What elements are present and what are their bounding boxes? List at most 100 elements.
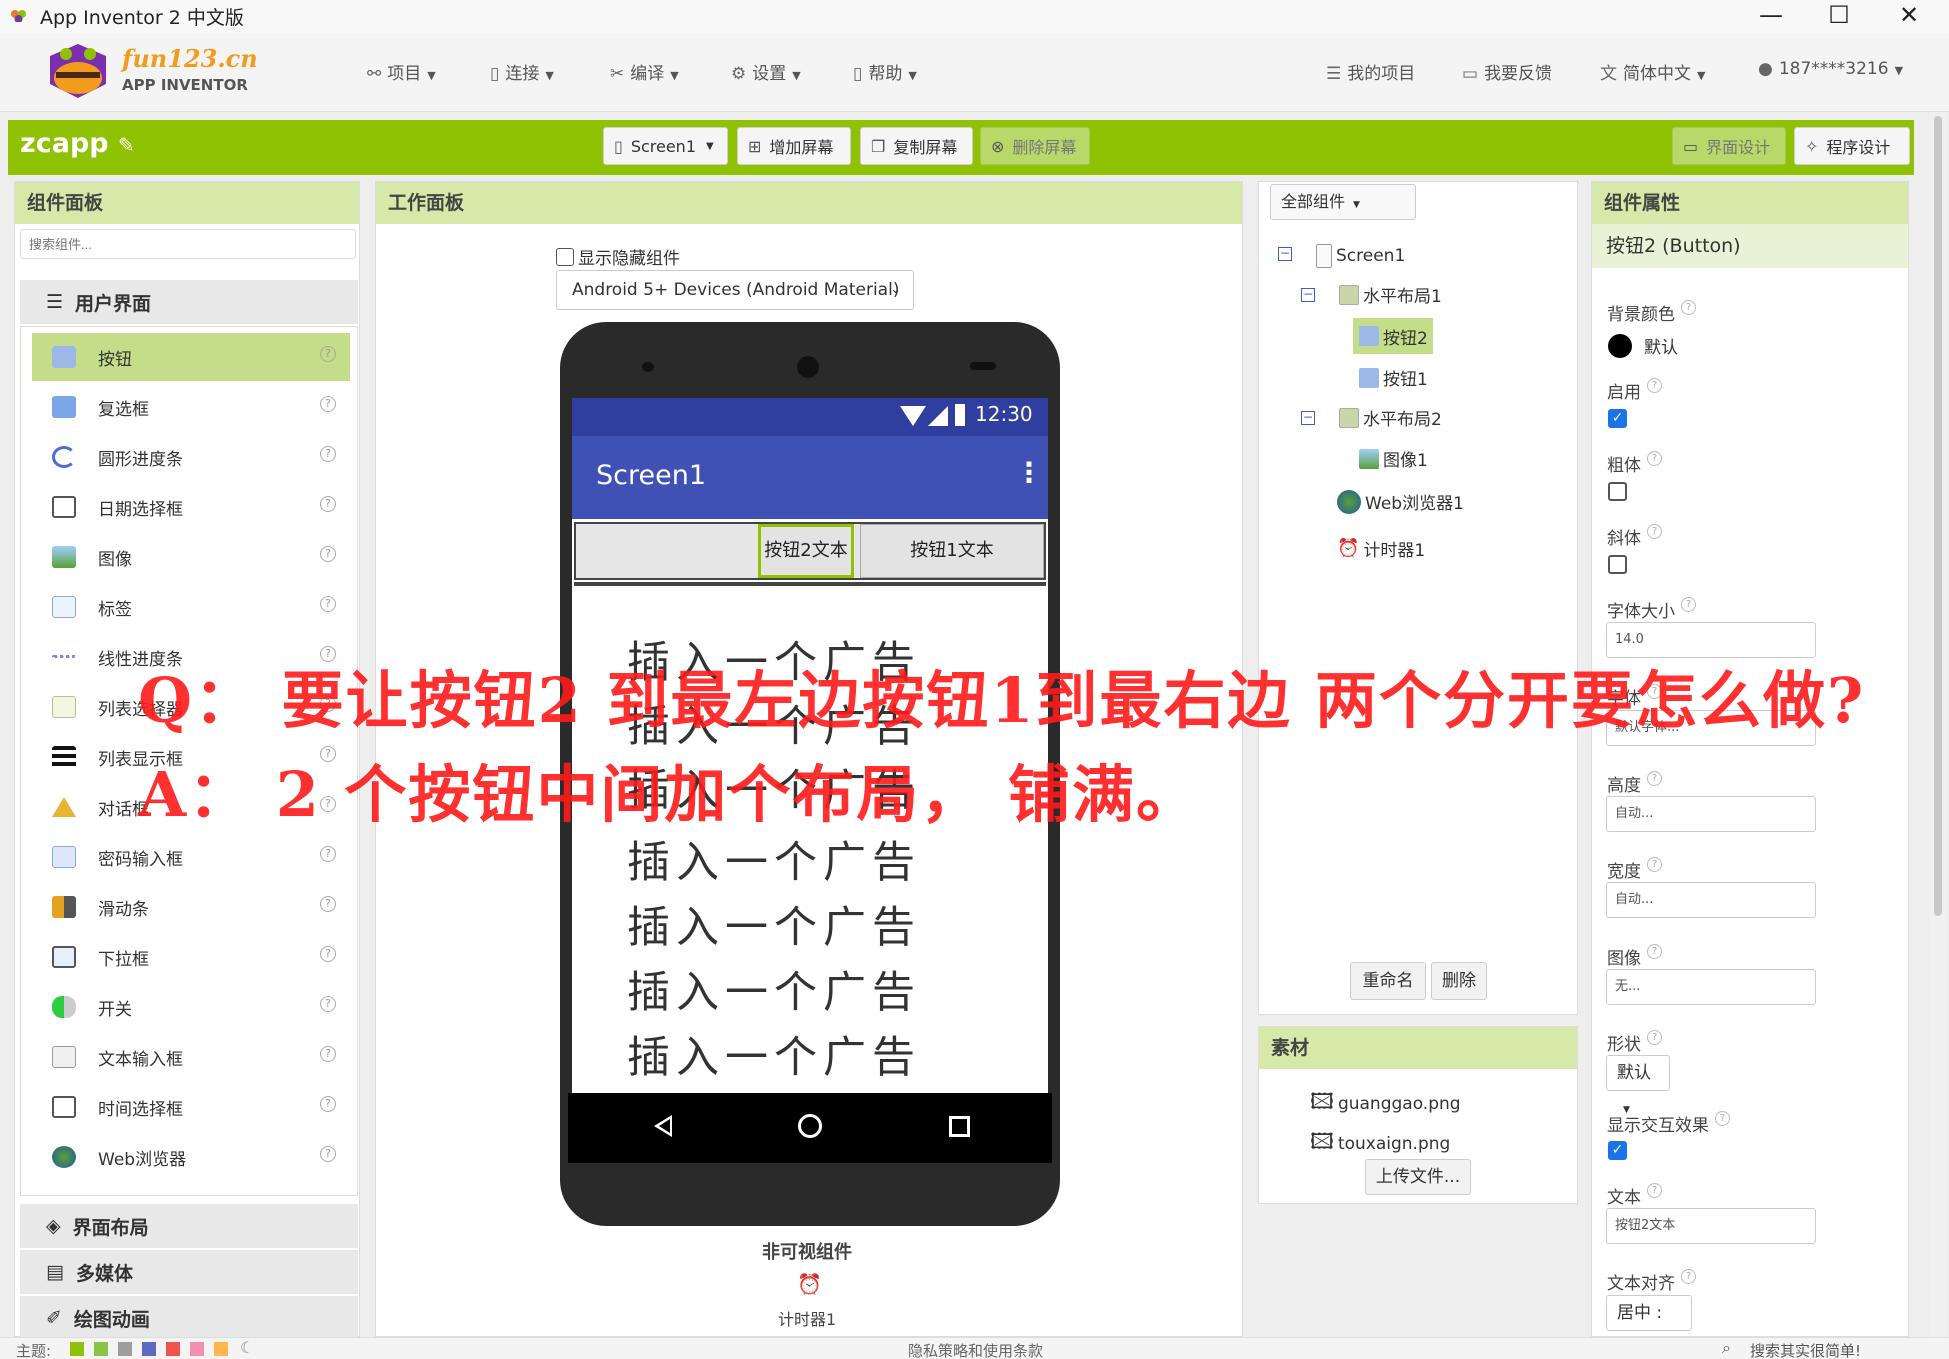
search-icon[interactable]: ⌕ xyxy=(1722,1338,1731,1358)
help-icon[interactable]: ? xyxy=(320,396,336,412)
overflow-menu-icon[interactable]: ⋮ xyxy=(1015,456,1043,489)
collapse-icon[interactable]: − xyxy=(1301,411,1315,425)
theme-swatch[interactable] xyxy=(70,1342,84,1356)
palette-item-checkbox[interactable]: 复选框? xyxy=(20,383,350,431)
help-icon[interactable]: ? xyxy=(320,346,336,362)
help-icon[interactable]: ? xyxy=(320,446,336,462)
timer-icon[interactable]: ⏰ xyxy=(797,1272,822,1296)
theme-swatch[interactable] xyxy=(190,1342,204,1356)
maximize-button[interactable]: ☐ xyxy=(1808,0,1870,32)
designer-button[interactable]: ▭ 界面设计 xyxy=(1672,127,1786,165)
tree-image1[interactable]: 图像1 xyxy=(1359,446,1428,471)
prop-shape-select[interactable]: 默认▼ xyxy=(1606,1055,1670,1115)
tree-hlayout2[interactable]: 水平布局2 xyxy=(1339,405,1442,430)
theme-swatch[interactable] xyxy=(214,1342,228,1356)
language-menu[interactable]: 文简体中文 ▼ xyxy=(1600,59,1705,84)
user-menu[interactable]: ● 187****3216 ▼ xyxy=(1758,59,1903,79)
tree-hlayout1[interactable]: 水平布局1 xyxy=(1339,282,1442,307)
scrollbar-thumb[interactable] xyxy=(1934,116,1942,916)
help-icon[interactable]: ? xyxy=(320,546,336,562)
menu-build[interactable]: ✂ 编译 ▼ xyxy=(610,59,679,84)
privacy-link[interactable]: 隐私策略和使用条款 xyxy=(908,1340,1043,1359)
tree-button2[interactable]: 按钮2 xyxy=(1353,318,1433,354)
help-icon[interactable]: ? xyxy=(1715,1111,1730,1126)
category-user-interface[interactable]: ☰ 用户界面 xyxy=(20,280,358,324)
feedback-link[interactable]: ▭ 我要反馈 xyxy=(1462,59,1552,84)
prop-image-input[interactable]: 无... xyxy=(1606,969,1816,1005)
prop-bg-color[interactable]: 默认 xyxy=(1608,333,1678,358)
help-icon[interactable]: ? xyxy=(1647,1183,1662,1198)
prop-enabled-checkbox[interactable]: ✓ xyxy=(1608,409,1627,428)
logo-icon[interactable] xyxy=(42,42,114,100)
palette-item-web-viewer[interactable]: Web浏览器? xyxy=(20,1133,350,1181)
help-icon[interactable]: ? xyxy=(1647,944,1662,959)
palette-item-switch[interactable]: 开关? xyxy=(20,983,350,1031)
palette-item-password[interactable]: 密码输入框? xyxy=(20,833,350,881)
recents-icon[interactable] xyxy=(949,1116,970,1137)
help-icon[interactable]: ? xyxy=(1647,451,1662,466)
prop-italic-checkbox[interactable] xyxy=(1608,555,1627,574)
palette-item-spinner[interactable]: 下拉框? xyxy=(20,933,350,981)
help-icon[interactable]: ? xyxy=(320,596,336,612)
category-layout[interactable]: ◈ 界面布局 xyxy=(20,1204,358,1248)
help-icon[interactable]: ? xyxy=(1647,771,1662,786)
help-icon[interactable]: ? xyxy=(1681,300,1696,315)
button-1[interactable]: 按钮1文本 xyxy=(860,524,1044,578)
prop-feedback-checkbox[interactable]: ✓ xyxy=(1608,1141,1627,1160)
blocks-button[interactable]: ✧ 程序设计 xyxy=(1794,127,1910,165)
help-icon[interactable]: ? xyxy=(1647,378,1662,393)
prop-bold-checkbox[interactable] xyxy=(1608,482,1627,501)
search-hint[interactable]: 搜索其实很简单! xyxy=(1750,1340,1861,1359)
dark-mode-icon[interactable]: ☾ xyxy=(240,1338,254,1357)
menu-help[interactable]: ▯ 帮助 ▼ xyxy=(853,59,917,84)
all-components-button[interactable]: 全部组件 ▼ xyxy=(1270,184,1416,220)
help-icon[interactable]: ? xyxy=(1647,857,1662,872)
prop-height-input[interactable]: 自动... xyxy=(1606,796,1816,832)
collapse-icon[interactable]: − xyxy=(1301,288,1315,302)
palette-item-textbox[interactable]: 文本输入框? xyxy=(20,1033,350,1081)
palette-item-time-picker[interactable]: 时间选择框? xyxy=(20,1083,350,1131)
button-2[interactable]: 按钮2文本 xyxy=(758,524,854,578)
help-icon[interactable]: ? xyxy=(1647,524,1662,539)
menu-project[interactable]: ⚯ 项目 ▼ xyxy=(367,59,436,84)
help-icon[interactable]: ? xyxy=(320,1146,336,1162)
theme-swatch[interactable] xyxy=(94,1342,108,1356)
menu-settings[interactable]: ⚙ 设置 ▼ xyxy=(731,59,801,84)
help-icon[interactable]: ? xyxy=(1647,1030,1662,1045)
scrollbar[interactable] xyxy=(1930,112,1946,1337)
palette-item-image[interactable]: 图像? xyxy=(20,533,350,581)
delete-button[interactable]: 删除 xyxy=(1431,962,1487,1000)
show-hidden-toggle[interactable]: 显示隐藏组件 xyxy=(556,244,680,269)
prop-width-input[interactable]: 自动... xyxy=(1606,882,1816,918)
prop-text-align-select[interactable]: 居中 : 1▼ xyxy=(1606,1295,1692,1357)
theme-swatch[interactable] xyxy=(118,1342,132,1356)
palette-item-label[interactable]: 标签? xyxy=(20,583,350,631)
home-icon[interactable] xyxy=(798,1114,822,1138)
help-icon[interactable]: ? xyxy=(320,946,336,962)
help-icon[interactable]: ? xyxy=(320,1096,336,1112)
device-select[interactable]: Android 5+ Devices (Android Material) ⌄ xyxy=(556,270,914,310)
menu-connect[interactable]: ▯ 连接 ▼ xyxy=(490,59,554,84)
edit-pencil-icon[interactable]: ✎ xyxy=(118,133,135,157)
category-drawing[interactable]: ✐ 绘图动画 xyxy=(20,1296,358,1340)
show-hidden-checkbox[interactable] xyxy=(556,247,574,266)
add-screen-button[interactable]: ⊞ 增加屏幕 xyxy=(737,127,851,165)
remove-screen-button[interactable]: ⊗ 删除屏幕 xyxy=(980,127,1090,165)
copy-screen-button[interactable]: ❐ 复制屏幕 xyxy=(860,127,973,165)
rename-button[interactable]: 重命名 xyxy=(1350,962,1426,1000)
tree-button1[interactable]: 按钮1 xyxy=(1359,365,1428,390)
palette-item-date-picker[interactable]: 日期选择框? xyxy=(20,483,350,531)
theme-swatch[interactable] xyxy=(142,1342,156,1356)
minimize-button[interactable]: — xyxy=(1740,0,1802,32)
close-button[interactable]: ✕ xyxy=(1878,0,1940,32)
tree-timer1[interactable]: ⏰ 计时器1 xyxy=(1337,536,1425,561)
palette-item-button[interactable]: 按钮? xyxy=(32,333,350,381)
tree-web1[interactable]: Web浏览器1 xyxy=(1337,489,1464,514)
category-media[interactable]: ▤ 多媒体 xyxy=(20,1250,358,1294)
prop-text-input[interactable]: 按钮2文本 xyxy=(1606,1208,1816,1244)
help-icon[interactable]: ? xyxy=(320,996,336,1012)
help-icon[interactable]: ? xyxy=(320,846,336,862)
palette-search-input[interactable] xyxy=(20,229,356,259)
horizontal-layout-1[interactable]: 按钮2文本 按钮1文本 xyxy=(574,522,1046,580)
upload-button[interactable]: 上传文件... xyxy=(1365,1159,1471,1195)
